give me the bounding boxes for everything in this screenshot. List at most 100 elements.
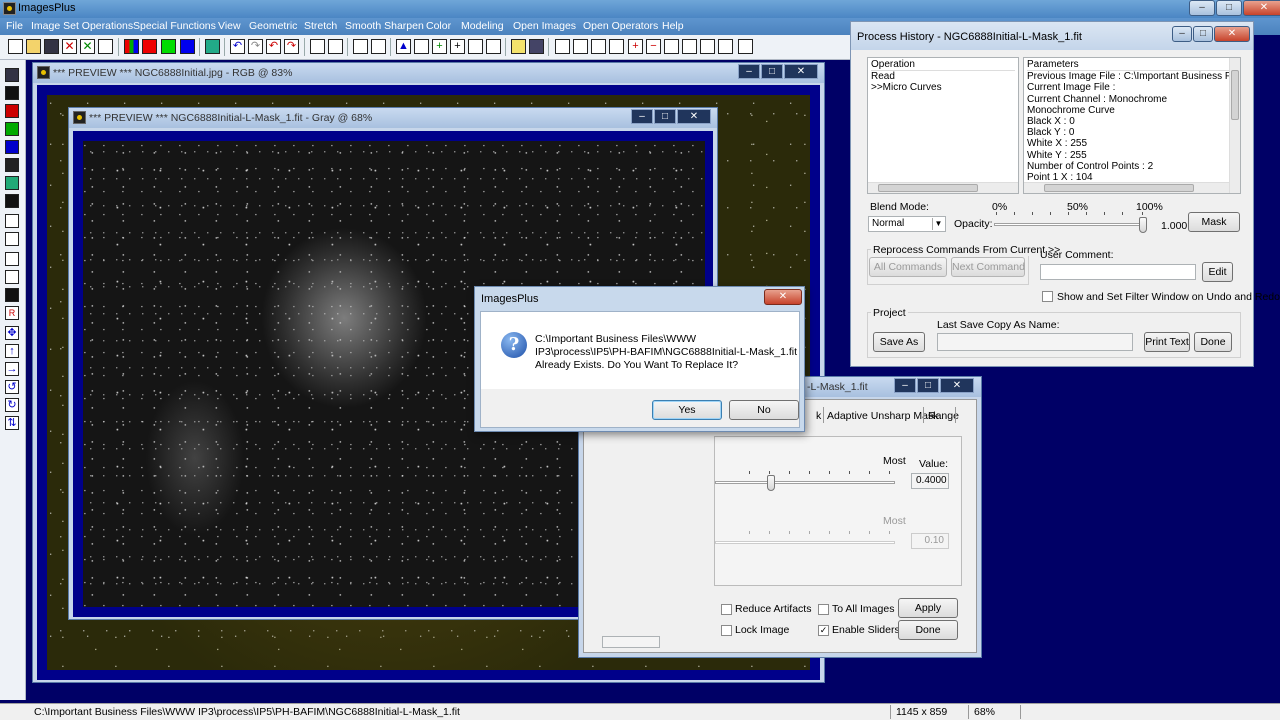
show-filter-checkbox[interactable] bbox=[1042, 291, 1053, 302]
window-3-icon[interactable] bbox=[700, 39, 715, 54]
ph-done-button[interactable]: Done bbox=[1194, 332, 1232, 352]
window-1-icon[interactable] bbox=[664, 39, 679, 54]
brush-icon[interactable] bbox=[5, 232, 19, 246]
operation-item[interactable]: Read bbox=[871, 71, 1015, 82]
histogram-icon[interactable]: ▲ bbox=[396, 39, 411, 54]
menu-color[interactable]: Color bbox=[426, 20, 451, 32]
save-tool-icon[interactable] bbox=[5, 68, 19, 82]
pencil-icon[interactable] bbox=[511, 39, 526, 54]
record-icon[interactable] bbox=[310, 39, 325, 54]
points-icon[interactable] bbox=[371, 39, 386, 54]
color-tool-icon[interactable] bbox=[5, 176, 19, 190]
minimize-button[interactable]: – bbox=[1189, 0, 1215, 16]
remove-icon[interactable]: − bbox=[646, 39, 661, 54]
levels-icon[interactable] bbox=[414, 39, 429, 54]
zoom-in-icon[interactable] bbox=[555, 39, 570, 54]
grid-icon[interactable] bbox=[205, 39, 220, 54]
close-image-icon[interactable]: ✕ bbox=[62, 39, 77, 54]
next-command-button[interactable]: Next Command bbox=[951, 257, 1025, 277]
ph-minimize-button[interactable]: – bbox=[1172, 26, 1192, 42]
blend-mode-select[interactable]: Normal ▼ bbox=[868, 216, 946, 232]
dots-icon[interactable] bbox=[353, 39, 368, 54]
expand-icon[interactable] bbox=[486, 39, 501, 54]
mask-button[interactable]: Mask bbox=[1188, 212, 1240, 232]
blue-channel-icon[interactable] bbox=[180, 39, 195, 54]
window-5-icon[interactable] bbox=[738, 39, 753, 54]
filter-close-button[interactable]: ✕ bbox=[940, 378, 974, 393]
window-4-icon[interactable] bbox=[718, 39, 733, 54]
red-tool-icon[interactable] bbox=[5, 104, 19, 118]
window-2-icon[interactable] bbox=[682, 39, 697, 54]
no-button[interactable]: No bbox=[729, 400, 799, 420]
slider2-value-field[interactable]: 0.10 bbox=[911, 533, 949, 549]
menu-modeling[interactable]: Modeling bbox=[461, 20, 504, 32]
slider1-track[interactable] bbox=[715, 481, 895, 484]
rotate-left-icon[interactable]: ↺ bbox=[5, 380, 19, 394]
tab-adaptive-unsharp-mask[interactable]: Adaptive Unsharp Mask bbox=[827, 410, 938, 422]
user-comment-field[interactable] bbox=[1040, 264, 1196, 280]
preview-rgb-maximize-button[interactable]: □ bbox=[761, 64, 783, 79]
reduce-artifacts-checkbox[interactable] bbox=[721, 604, 732, 615]
zoom-out-icon[interactable] bbox=[573, 39, 588, 54]
slider2-track[interactable] bbox=[715, 541, 895, 544]
green-tool-icon[interactable] bbox=[5, 122, 19, 136]
apply-button[interactable]: Apply bbox=[898, 598, 958, 618]
arrow-up-icon[interactable]: ↑ bbox=[5, 344, 19, 358]
menu-image-set-operations[interactable]: Image Set Operations bbox=[31, 20, 133, 32]
enable-sliders-checkbox[interactable]: ✓ bbox=[818, 625, 829, 636]
menu-file[interactable]: File bbox=[6, 20, 23, 32]
slider1-value-field[interactable]: 0.4000 bbox=[911, 473, 949, 489]
operation-item[interactable]: >>Micro Curves bbox=[871, 82, 1015, 93]
mask-grid-icon[interactable] bbox=[529, 39, 544, 54]
all-commands-button[interactable]: All Commands bbox=[869, 257, 947, 277]
table-icon[interactable] bbox=[468, 39, 483, 54]
cross-icon[interactable]: + bbox=[450, 39, 465, 54]
opacity-slider-thumb[interactable] bbox=[1139, 217, 1147, 233]
menu-smooth-sharpen[interactable]: Smooth Sharpen bbox=[345, 20, 424, 32]
crop-icon[interactable]: R bbox=[5, 306, 19, 320]
filter-minimize-button[interactable]: – bbox=[894, 378, 916, 393]
print-text-button[interactable]: Print Text bbox=[1144, 332, 1190, 352]
edit-button[interactable]: Edit bbox=[1202, 262, 1233, 282]
redo-icon[interactable]: ↷ bbox=[248, 39, 263, 54]
lock-image-checkbox[interactable] bbox=[721, 625, 732, 636]
tab-partial[interactable]: k bbox=[816, 410, 821, 422]
menu-geometric[interactable]: Geometric bbox=[249, 20, 297, 32]
stop-record-icon[interactable] bbox=[328, 39, 343, 54]
opacity-slider-track[interactable] bbox=[994, 223, 1146, 226]
last-save-field[interactable] bbox=[937, 333, 1133, 351]
parameters-vscroll[interactable] bbox=[1229, 58, 1240, 193]
filter-done-button[interactable]: Done bbox=[898, 620, 958, 640]
parameters-list[interactable]: Parameters Previous Image File : C:\Impo… bbox=[1023, 57, 1241, 194]
black-channel-icon[interactable] bbox=[5, 86, 19, 100]
menu-open-images[interactable]: Open Images bbox=[513, 20, 576, 32]
select-icon[interactable] bbox=[5, 252, 19, 266]
ph-maximize-button[interactable]: □ bbox=[1193, 26, 1213, 42]
zoom-actual-icon[interactable] bbox=[609, 39, 624, 54]
preview-gray-minimize-button[interactable]: – bbox=[631, 109, 653, 124]
move-icon[interactable]: ✥ bbox=[5, 326, 19, 340]
to-all-images-checkbox[interactable] bbox=[818, 604, 829, 615]
duplicate-icon[interactable] bbox=[98, 39, 113, 54]
rgb-channels-icon[interactable] bbox=[124, 39, 139, 54]
operation-list[interactable]: Operation Read >>Micro Curves bbox=[867, 57, 1019, 194]
green-channel-icon[interactable] bbox=[161, 39, 176, 54]
preview-gray-close-button[interactable]: ✕ bbox=[677, 109, 711, 124]
chevron-down-icon[interactable]: ▼ bbox=[932, 218, 944, 230]
redo-all-icon[interactable]: ↷ bbox=[284, 39, 299, 54]
close-all-icon[interactable]: ✕ bbox=[80, 39, 95, 54]
mask-tool-icon[interactable] bbox=[5, 194, 19, 208]
slider1-thumb[interactable] bbox=[767, 475, 775, 491]
align-icon[interactable] bbox=[5, 270, 19, 284]
zoom-fit-icon[interactable] bbox=[591, 39, 606, 54]
save-icon[interactable] bbox=[44, 39, 59, 54]
undo-all-icon[interactable]: ↶ bbox=[266, 39, 281, 54]
crosshair-icon[interactable]: + bbox=[432, 39, 447, 54]
eyedropper-icon[interactable] bbox=[5, 214, 19, 228]
menu-open-operators[interactable]: Open Operators bbox=[583, 20, 658, 32]
parameters-hscroll[interactable] bbox=[1024, 182, 1229, 193]
preview-rgb-minimize-button[interactable]: – bbox=[738, 64, 760, 79]
dialog-close-button[interactable]: ✕ bbox=[764, 289, 802, 305]
menu-help[interactable]: Help bbox=[662, 20, 684, 32]
yes-button[interactable]: Yes bbox=[652, 400, 722, 420]
